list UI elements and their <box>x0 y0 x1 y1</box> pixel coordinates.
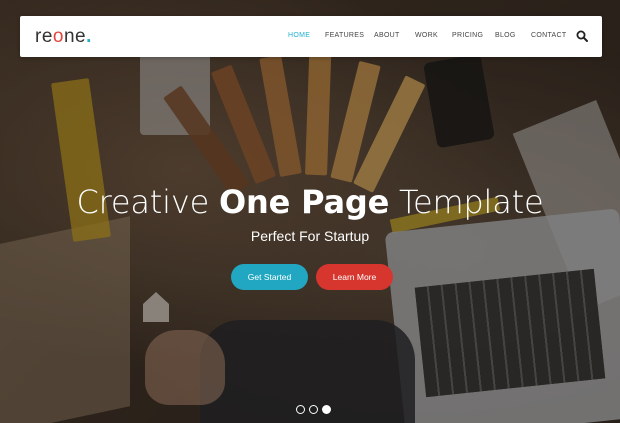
headline-light-start: Creative <box>76 183 220 221</box>
logo-text-start: re <box>35 26 53 47</box>
logo-text-end: ne <box>63 26 87 47</box>
learn-more-button[interactable]: Learn More <box>316 264 393 290</box>
slide-dot-3[interactable] <box>322 405 331 414</box>
headline-light-end: Template <box>389 183 544 221</box>
slide-dot-1[interactable] <box>296 405 305 414</box>
headline-bold: One Page <box>219 183 390 221</box>
nav-item-blog[interactable]: BLOG <box>495 32 516 39</box>
search-icon[interactable] <box>576 30 588 42</box>
site-logo[interactable]: re o ne. <box>35 26 92 48</box>
get-started-button[interactable]: Get Started <box>231 264 308 290</box>
nav-item-contact[interactable]: CONTACT <box>531 32 566 39</box>
slider-pagination <box>296 405 331 414</box>
nav-item-pricing[interactable]: PRICING <box>452 32 483 39</box>
top-navbar: re o ne. HOME FEATURES ABOUT WORK PRICING … <box>20 16 602 57</box>
logo-dot: . <box>86 26 92 47</box>
hero-subline: Perfect For Startup <box>250 228 370 244</box>
nav-item-work[interactable]: WORK <box>415 32 438 39</box>
hero-headline: Creative One Page Template <box>0 183 620 221</box>
slide-dot-2[interactable] <box>309 405 318 414</box>
nav-item-home[interactable]: HOME <box>288 32 310 39</box>
logo-text-o: o <box>52 26 64 47</box>
nav-item-about[interactable]: ABOUT <box>374 32 400 39</box>
nav-item-features[interactable]: FEATURES <box>325 32 364 39</box>
